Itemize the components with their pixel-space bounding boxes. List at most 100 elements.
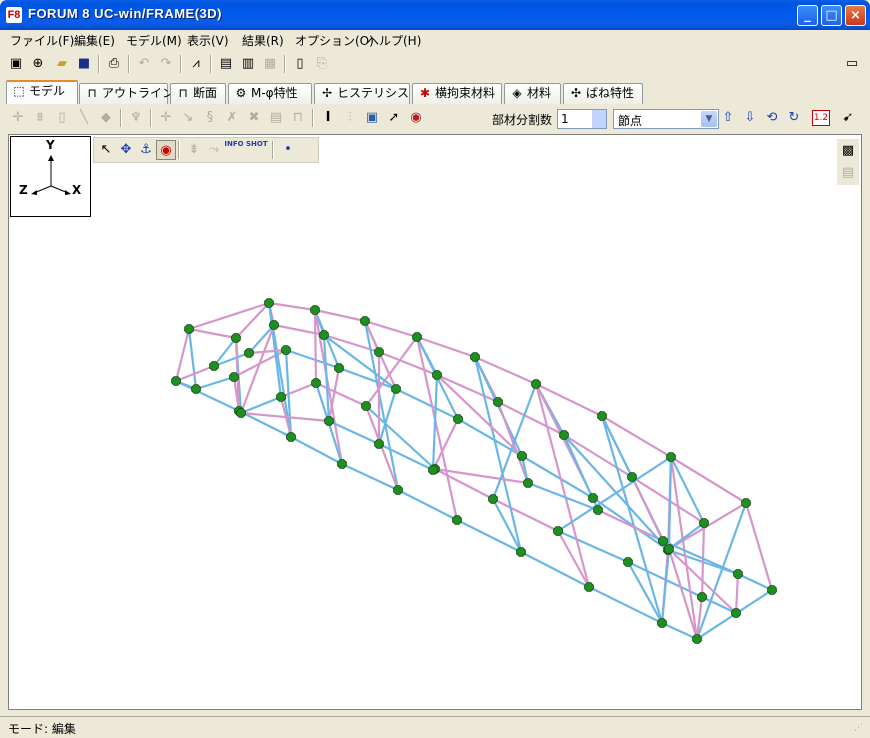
frame-node[interactable] — [597, 411, 607, 421]
division-spinner[interactable]: 1 — [557, 109, 607, 129]
frame-member[interactable] — [188, 327, 237, 340]
frame-member[interactable] — [323, 334, 397, 390]
frame-node[interactable] — [666, 452, 676, 462]
frame-node[interactable] — [697, 592, 707, 602]
view-direction-icon[interactable]: ⤳ — [204, 140, 224, 160]
grid-icon[interactable]: ▤ — [266, 108, 286, 128]
frame-node[interactable] — [184, 324, 194, 334]
spring-support-icon[interactable]: ♆ — [126, 108, 146, 128]
rotate-icon[interactable]: § — [200, 108, 220, 128]
frame-member[interactable] — [592, 497, 669, 551]
shot-button[interactable]: SHOT — [246, 140, 268, 160]
pan-view-icon[interactable]: ⚓ — [136, 140, 156, 160]
frame-member[interactable] — [734, 573, 740, 614]
frame-member[interactable] — [195, 375, 235, 391]
frame-node[interactable] — [731, 608, 741, 618]
maximize-button[interactable]: □ — [821, 5, 842, 26]
select-pointer-icon[interactable]: ↖ — [96, 140, 116, 160]
chevron-down-icon[interactable]: ▼ — [701, 111, 717, 127]
node-dot-icon[interactable]: • — [278, 140, 298, 160]
frame-node[interactable] — [281, 345, 291, 355]
frame-node[interactable] — [276, 392, 286, 402]
frame-node[interactable] — [374, 347, 384, 357]
tab-outline[interactable]: ⊓ アウトライン — [79, 83, 174, 104]
frame-node[interactable] — [692, 634, 702, 644]
frame-member[interactable] — [248, 324, 275, 354]
add-support-icon[interactable]: ⩩ — [30, 108, 50, 128]
frame-node[interactable] — [453, 414, 463, 424]
frame-node[interactable] — [319, 330, 329, 340]
frame-node[interactable] — [393, 485, 403, 495]
display-settings-icon[interactable]: ▣ — [362, 108, 382, 128]
frame-node[interactable] — [269, 320, 279, 330]
tab-hysteresis[interactable]: ✢ ヒステリシス — [314, 83, 410, 104]
info-cursor-icon[interactable]: ➚ — [384, 108, 404, 128]
split-member-icon[interactable]: ↘ — [178, 108, 198, 128]
new-model-icon[interactable]: ▣ — [6, 54, 26, 74]
tab-confinement[interactable]: ✱ 横拘束材料 — [412, 83, 502, 104]
frame-node[interactable] — [531, 379, 541, 389]
frame-node[interactable] — [593, 505, 603, 515]
frame-node[interactable] — [244, 348, 254, 358]
frame-node[interactable] — [733, 569, 743, 579]
save-icon[interactable]: ■ — [74, 54, 94, 74]
tab-section[interactable]: ⊓ 断面 — [170, 83, 226, 104]
frame-node[interactable] — [588, 493, 598, 503]
tab-model[interactable]: ⬚ モデル — [6, 80, 78, 104]
section-shape-icon[interactable]: ⫶ — [340, 108, 360, 128]
frame-member[interactable] — [174, 328, 191, 382]
frame-node[interactable] — [657, 618, 667, 628]
report-settings-icon[interactable]: ▥ — [238, 54, 258, 74]
add-icon[interactable]: ⊕ — [28, 54, 48, 74]
report-icon[interactable]: ▤ — [216, 54, 236, 74]
frame-model-view[interactable] — [9, 135, 861, 709]
frame-member[interactable] — [268, 301, 316, 312]
menu-model[interactable]: モデル(M) — [126, 32, 182, 49]
frame-node[interactable] — [171, 376, 181, 386]
info-button[interactable]: INFO — [224, 140, 244, 160]
frame-member[interactable] — [365, 405, 436, 470]
spinner-arrows-icon[interactable] — [592, 110, 606, 128]
undo-icon[interactable]: ↶ — [134, 54, 154, 74]
fit-view-icon[interactable]: ⇟ — [184, 140, 204, 160]
frame-node[interactable] — [361, 401, 371, 411]
rotate-view-icon[interactable]: ✥ — [116, 140, 136, 160]
frame-node[interactable] — [334, 363, 344, 373]
frame-node[interactable] — [767, 585, 777, 595]
frame-node[interactable] — [627, 472, 637, 482]
frame-member[interactable] — [492, 498, 559, 532]
open-folder-icon[interactable]: ▰ — [52, 54, 72, 74]
frame-node[interactable] — [664, 544, 674, 554]
frame-member[interactable] — [378, 443, 434, 471]
frame-node[interactable] — [623, 557, 633, 567]
menu-help[interactable]: ヘルプ(H) — [367, 32, 421, 49]
frame-node[interactable] — [231, 333, 241, 343]
frame-node[interactable] — [236, 408, 246, 418]
menu-options[interactable]: オプション(O) — [295, 32, 374, 49]
add-member-icon[interactable]: ╲ — [74, 108, 94, 128]
renumber-icon[interactable]: ⟲ — [762, 108, 782, 128]
frame-node[interactable] — [658, 536, 668, 546]
frame-node[interactable] — [432, 370, 442, 380]
zoom-view-icon[interactable]: ◉ — [156, 140, 176, 160]
frame-node[interactable] — [553, 526, 563, 536]
frame-node[interactable] — [360, 316, 370, 326]
frame-node[interactable] — [470, 352, 480, 362]
frame-node[interactable] — [488, 494, 498, 504]
frame-member[interactable] — [397, 489, 458, 521]
frame-member[interactable] — [668, 522, 705, 550]
export-icon[interactable]: ⎘ — [312, 54, 332, 74]
frame-member[interactable] — [395, 388, 459, 420]
layers-icon[interactable]: ▩ — [838, 141, 858, 161]
frame-member[interactable] — [474, 355, 537, 386]
selection-dropdown[interactable]: 節点 ▼ — [613, 109, 719, 129]
pointer-icon[interactable]: ➹ — [838, 108, 858, 128]
frame-member[interactable] — [280, 381, 317, 399]
load-icon[interactable]: ◆ — [96, 108, 116, 128]
frame-node[interactable] — [412, 332, 422, 342]
frame-member[interactable] — [315, 382, 367, 407]
frame-node[interactable] — [493, 397, 503, 407]
frame-node[interactable] — [523, 478, 533, 488]
window-mode-icon[interactable]: ▭ — [842, 54, 862, 74]
frame-node[interactable] — [264, 298, 274, 308]
